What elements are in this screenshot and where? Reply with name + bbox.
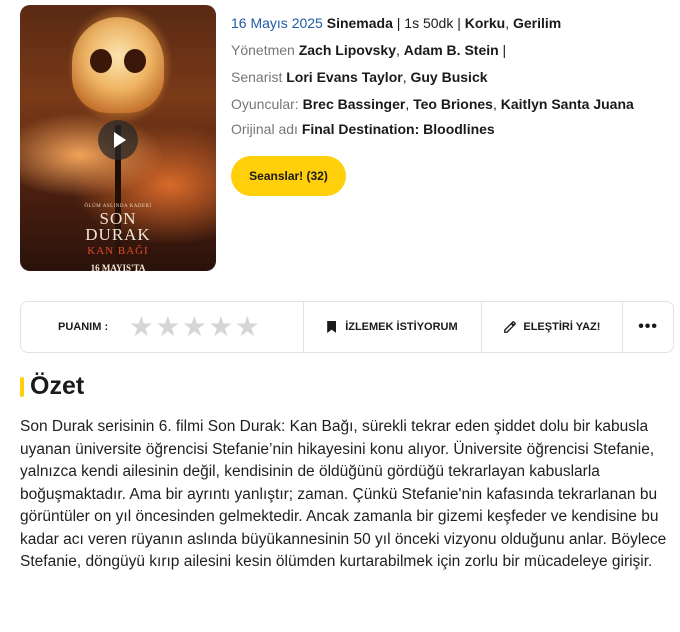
movie-info: 16 Mayıs 2025 Sinemada | 1s 50dk | Korku… — [231, 10, 676, 140]
separator: | — [498, 42, 507, 58]
original-title-label: Orijinal adı — [231, 121, 302, 137]
more-icon: ••• — [638, 318, 658, 335]
star-icon[interactable]: ★ — [155, 313, 182, 341]
director-link-2[interactable]: Adam B. Stein — [404, 42, 499, 58]
rating-stars: ★ ★ ★ ★ ★ — [128, 313, 261, 341]
poster-eye-left — [90, 49, 112, 73]
info-row-writer: Senarist Lori Evans Taylor, Guy Busick — [231, 64, 676, 91]
separator: | — [392, 15, 405, 31]
comma: , — [505, 15, 513, 31]
writer-label: Senarist — [231, 69, 287, 85]
rating-widget: PUANIM : ★ ★ ★ ★ ★ — [21, 302, 303, 352]
more-options-button[interactable]: ••• — [623, 302, 673, 352]
poster-subtitle: KAN BAĞI — [87, 245, 149, 257]
comma: , — [492, 96, 501, 112]
bookmark-icon — [327, 321, 337, 333]
summary-heading: Özet — [20, 372, 84, 401]
info-row-director: Yönetmen Zach Lipovsky, Adam B. Stein | — [231, 37, 676, 64]
star-icon[interactable]: ★ — [234, 313, 261, 341]
comma: , — [405, 96, 414, 112]
review-label: ELEŞTİRİ YAZ! — [523, 321, 601, 333]
write-review-button[interactable]: ELEŞTİRİ YAZ! — [482, 302, 623, 352]
watchlist-label: İZLEMEK İSTİYORUM — [345, 321, 458, 333]
separator: | — [453, 15, 465, 31]
info-row-cast: Oyuncular: Brec Bassinger, Teo Briones, … — [231, 91, 676, 118]
movie-poster[interactable]: ÖLÜM ASLINDA KADERİ SON DURAK KAN BAĞI 1… — [20, 5, 216, 271]
release-date-link[interactable]: 16 Mayıs 2025 — [231, 15, 323, 31]
poster-eye-right — [124, 49, 146, 73]
summary-title: Özet — [30, 372, 85, 400]
comma: , — [395, 42, 404, 58]
writer-link-1[interactable]: Lori Evans Taylor — [286, 69, 402, 85]
watchlist-button[interactable]: İZLEMEK İSTİYORUM — [304, 302, 480, 352]
cast-link-1[interactable]: Brec Bassinger — [303, 96, 406, 112]
star-icon[interactable]: ★ — [181, 313, 208, 341]
trailer-play-button[interactable] — [98, 120, 138, 160]
genre-link-gerilim[interactable]: Gerilim — [513, 15, 561, 31]
info-row-meta: 16 Mayıs 2025 Sinemada | 1s 50dk | Korku… — [231, 10, 676, 37]
star-icon[interactable]: ★ — [128, 313, 155, 341]
rating-label: PUANIM : — [58, 321, 109, 333]
director-link-1[interactable]: Zach Lipovsky — [299, 42, 396, 58]
summary-text: Son Durak serisinin 6. filmi Son Durak: … — [20, 418, 667, 570]
writer-link-2[interactable]: Guy Busick — [410, 69, 487, 85]
poster-title: SON DURAK — [20, 210, 216, 244]
showtimes-button[interactable]: Seanslar! (32) — [231, 156, 346, 196]
info-row-original-title: Orijinal adı Final Destination: Bloodlin… — [231, 118, 676, 140]
original-title: Final Destination: Bloodlines — [301, 121, 495, 137]
duration: 1s 50dk — [404, 15, 454, 31]
star-icon[interactable]: ★ — [208, 313, 235, 341]
cast-link-3[interactable]: Kaitlyn Santa Juana — [501, 96, 634, 112]
genre-link-korku[interactable]: Korku — [465, 15, 505, 31]
poster-skull-art — [72, 17, 164, 113]
action-bar: PUANIM : ★ ★ ★ ★ ★ İZLEMEK İSTİYORUM ELE… — [20, 301, 674, 353]
director-label: Yönetmen — [231, 42, 299, 58]
play-icon — [114, 132, 126, 148]
cast-link-2[interactable]: Teo Briones — [413, 96, 493, 112]
poster-title-line2: DURAK — [85, 225, 151, 244]
heading-accent-bar — [20, 376, 24, 397]
release-status: Sinemada — [326, 15, 393, 31]
cast-label: Oyuncular: — [231, 96, 303, 112]
pencil-icon — [504, 321, 517, 333]
poster-release-date: 16 MAYIS'TA — [90, 263, 146, 271]
